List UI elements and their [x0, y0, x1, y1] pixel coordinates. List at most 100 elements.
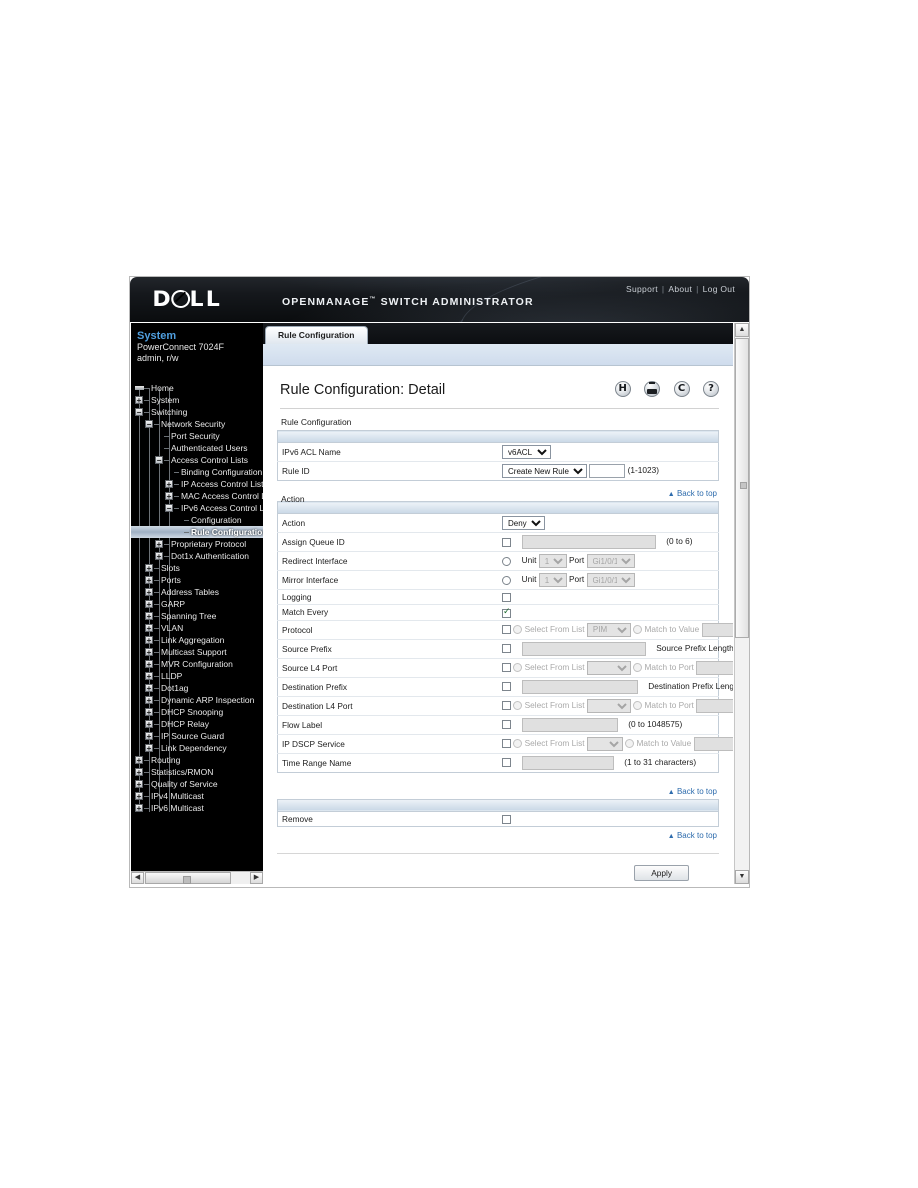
- sidebar-item-link-dependency[interactable]: + Link Dependency: [131, 742, 263, 754]
- scroll-left-arrow-icon[interactable]: ◀: [131, 872, 144, 884]
- sidebar-item-access-control-lists[interactable]: − Access Control Lists: [131, 454, 263, 466]
- mirror-interface-radio[interactable]: [502, 575, 511, 585]
- sidebar-item-network-security[interactable]: − Network Security: [131, 418, 263, 430]
- protocol-select[interactable]: PIM: [586, 622, 631, 637]
- scroll-down-arrow-icon[interactable]: ▼: [735, 870, 749, 884]
- mirror-unit-select[interactable]: 1: [538, 573, 567, 587]
- expand-icon[interactable]: +: [135, 792, 143, 801]
- sidebar-item-mvr-configuration[interactable]: + MVR Configuration: [131, 658, 263, 670]
- sidebar-item-system[interactable]: + System: [131, 394, 263, 406]
- assign-queue-id-checkbox[interactable]: [502, 537, 511, 547]
- expand-icon[interactable]: +: [145, 648, 153, 657]
- sidebar-item-switching[interactable]: − Switching: [131, 406, 263, 418]
- expand-icon[interactable]: +: [145, 576, 153, 585]
- source-l4-checkbox[interactable]: [502, 663, 511, 673]
- back-to-top-link-1[interactable]: ▲ Back to top: [668, 489, 717, 498]
- sidebar-item-mac-access-control-lists[interactable]: + MAC Access Control Lists: [131, 490, 263, 502]
- ip-dscp-match-radio[interactable]: [625, 739, 635, 749]
- sidebar-item-proprietary-protocol[interactable]: + Proprietary Protocol: [131, 538, 263, 550]
- source-l4-select-radio[interactable]: [513, 663, 523, 673]
- collapse-icon[interactable]: −: [165, 504, 173, 513]
- expand-icon[interactable]: +: [145, 732, 153, 741]
- action-select[interactable]: Deny: [502, 516, 545, 530]
- sidebar-item-lldp[interactable]: + LLDP: [131, 670, 263, 682]
- expand-icon[interactable]: +: [165, 480, 173, 489]
- collapse-icon[interactable]: −: [145, 420, 153, 429]
- sidebar-item-ipv6-access-control-lists[interactable]: −IPv6 Access Control Lists: [131, 502, 263, 514]
- collapse-icon[interactable]: −: [155, 456, 163, 465]
- expand-icon[interactable]: +: [145, 636, 153, 645]
- ip-dscp-select[interactable]: [586, 736, 623, 751]
- assign-queue-id-input[interactable]: [521, 535, 656, 549]
- expand-icon[interactable]: +: [155, 540, 163, 549]
- ip-dscp-checkbox[interactable]: [502, 739, 511, 749]
- sidebar-item-vlan[interactable]: + VLAN: [131, 622, 263, 634]
- expand-icon[interactable]: +: [135, 804, 143, 813]
- expand-icon[interactable]: +: [145, 588, 153, 597]
- sidebar-item-routing[interactable]: + Routing: [131, 754, 263, 766]
- protocol-match-radio[interactable]: [633, 625, 643, 635]
- collapse-icon[interactable]: −: [135, 408, 143, 417]
- sidebar-item-link-aggregation[interactable]: + Link Aggregation: [131, 634, 263, 646]
- sidebar-item-dot1x-authentication[interactable]: + Dot1x Authentication: [131, 550, 263, 562]
- sidebar-item-slots[interactable]: + Slots: [131, 562, 263, 574]
- time-range-input[interactable]: [521, 755, 614, 770]
- rule-id-select[interactable]: Create New Rule: [502, 464, 587, 478]
- sidebar-item-authenticated-users[interactable]: Authenticated Users: [131, 442, 263, 454]
- expand-icon[interactable]: +: [135, 756, 143, 765]
- expand-icon[interactable]: +: [135, 780, 143, 789]
- sidebar-item-dhcp-snooping[interactable]: + DHCP Snooping: [131, 706, 263, 718]
- sidebar-item-port-security[interactable]: Port Security: [131, 430, 263, 442]
- sidebar-item-ip-access-control-lists[interactable]: + IP Access Control Lists: [131, 478, 263, 490]
- redirect-port-select[interactable]: Gi1/0/1: [586, 554, 635, 568]
- expand-icon[interactable]: +: [145, 672, 153, 681]
- sidebar-item-home[interactable]: Home: [131, 382, 263, 394]
- destination-l4-select[interactable]: [586, 698, 631, 713]
- expand-icon[interactable]: +: [135, 768, 143, 777]
- scroll-right-arrow-icon[interactable]: ▶: [250, 872, 263, 884]
- time-range-checkbox[interactable]: [502, 758, 511, 768]
- protocol-checkbox[interactable]: [502, 625, 511, 635]
- protocol-match-input[interactable]: [701, 622, 733, 637]
- sidebar-item-multicast-support[interactable]: + Multicast Support: [131, 646, 263, 658]
- sidebar-item-address-tables[interactable]: + Address Tables: [131, 586, 263, 598]
- sidebar-item-garp[interactable]: + GARP: [131, 598, 263, 610]
- sidebar-item-ports[interactable]: + Ports: [131, 574, 263, 586]
- support-link[interactable]: Support: [626, 284, 658, 294]
- sidebar-horizontal-scrollbar[interactable]: ◀ ▶: [131, 871, 263, 884]
- sidebar-item-statistics-rmon[interactable]: + Statistics/RMON: [131, 766, 263, 778]
- destination-l4-match-radio[interactable]: [633, 701, 643, 711]
- tab-rule-configuration[interactable]: Rule Configuration: [265, 326, 368, 344]
- redirect-unit-select[interactable]: 1: [538, 554, 567, 568]
- expand-icon[interactable]: +: [135, 396, 143, 405]
- ip-dscp-select-radio[interactable]: [513, 739, 523, 749]
- sidebar-item-spanning-tree[interactable]: + Spanning Tree: [131, 610, 263, 622]
- save-icon[interactable]: H: [614, 380, 631, 397]
- print-icon[interactable]: [644, 380, 661, 397]
- logging-checkbox[interactable]: [502, 593, 511, 603]
- expand-icon[interactable]: +: [145, 600, 153, 609]
- sidebar-item-dhcp-relay[interactable]: + DHCP Relay: [131, 718, 263, 730]
- source-l4-match-radio[interactable]: [633, 663, 643, 673]
- destination-l4-select-radio[interactable]: [513, 701, 523, 711]
- redirect-interface-radio[interactable]: [502, 556, 511, 566]
- apply-button[interactable]: Apply: [634, 864, 689, 881]
- flow-label-checkbox[interactable]: [502, 720, 511, 730]
- expand-icon[interactable]: +: [145, 624, 153, 633]
- expand-icon[interactable]: +: [145, 684, 153, 693]
- sidebar-item-ip-source-guard[interactable]: + IP Source Guard: [131, 730, 263, 742]
- sidebar-item-ipv6-multicast[interactable]: + IPv6 Multicast: [131, 802, 263, 814]
- destination-prefix-checkbox[interactable]: [502, 682, 511, 692]
- source-prefix-input[interactable]: [521, 641, 646, 656]
- ip-dscp-match-input[interactable]: [693, 736, 733, 751]
- expand-icon[interactable]: +: [145, 720, 153, 729]
- expand-icon[interactable]: +: [145, 744, 153, 753]
- scroll-up-arrow-icon[interactable]: ▲: [735, 323, 749, 337]
- destination-prefix-input[interactable]: [521, 679, 638, 694]
- remove-checkbox[interactable]: [502, 814, 511, 824]
- help-icon[interactable]: ?: [703, 380, 719, 397]
- sidebar-hscroll-thumb[interactable]: [145, 872, 231, 884]
- source-prefix-checkbox[interactable]: [502, 644, 511, 654]
- match-every-checkbox[interactable]: [502, 607, 511, 618]
- source-l4-select[interactable]: [586, 660, 631, 675]
